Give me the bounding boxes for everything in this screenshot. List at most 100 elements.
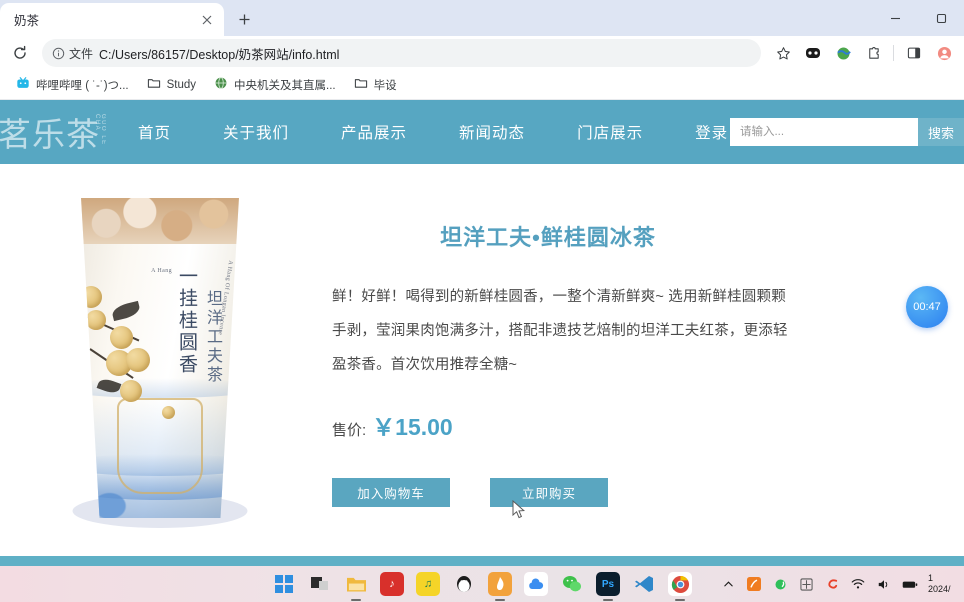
close-icon[interactable]	[198, 11, 216, 29]
search-button[interactable]: 搜索	[917, 118, 964, 146]
bilibili-icon	[16, 76, 30, 93]
toolbar-actions	[769, 39, 958, 67]
bookmark-label: 毕设	[373, 79, 397, 92]
site-navigation: 茗乐茶 GUO LE CHA 首页 关于我们 产品展示 新闻动态 门店展示 登录…	[0, 100, 964, 164]
longan-fruit	[110, 326, 133, 349]
extension-panda-icon[interactable]	[799, 39, 827, 67]
product-detail: 一挂桂圆香 坦洋工夫茶 A Hang A Hang Of Longan Ince…	[0, 164, 964, 544]
tab-title: 奶茶	[14, 14, 40, 28]
task-view-button[interactable]	[308, 572, 332, 596]
nav-item-stores[interactable]: 门店展示	[551, 121, 669, 143]
wechat-icon[interactable]	[560, 572, 584, 596]
extension-globe-icon[interactable]	[829, 39, 857, 67]
cup-vertical-main: 一挂桂圆香	[176, 266, 197, 376]
leaf	[110, 300, 142, 322]
search-input[interactable]	[729, 118, 918, 146]
bookmark-study[interactable]: Study	[139, 73, 204, 96]
volume-icon[interactable]	[876, 576, 892, 592]
ice-top	[81, 198, 239, 244]
baidu-netdisk-icon[interactable]	[524, 572, 548, 596]
price-value: ￥15.00	[372, 414, 453, 441]
product-image[interactable]: 一挂桂圆香 坦洋工夫茶 A Hang A Hang Of Longan Ince…	[53, 186, 268, 536]
action-buttons: 加入购物车 立即购买	[332, 478, 794, 508]
page-footer-strip	[0, 556, 964, 566]
price-label: 售价:	[332, 422, 367, 440]
browser-window: 奶茶 文件 C:/Users/86157/Desktop/奶茶网站/info.h…	[0, 0, 964, 566]
reload-icon[interactable]	[6, 39, 34, 67]
plus-icon[interactable]	[230, 5, 258, 33]
vs-code-icon[interactable]	[632, 572, 656, 596]
teapot-outline	[117, 398, 203, 494]
recording-timer-badge[interactable]: 00:47	[906, 286, 948, 328]
folder-icon	[147, 76, 161, 93]
logo-subtitle: GUO LE CHA	[94, 114, 106, 146]
longan-fruit	[86, 310, 106, 330]
bookmark-bilibili[interactable]: 哔哩哔哩 ( ˙-˙)つ...	[8, 73, 137, 96]
product-image-column: 一挂桂圆香 坦洋工夫茶 A Hang A Hang Of Longan Ince…	[0, 182, 320, 544]
price-row: 售价: ￥15.00	[332, 408, 794, 442]
360-browser-icon[interactable]	[488, 572, 512, 596]
toolbar-divider	[893, 45, 894, 61]
browser-tab[interactable]: 奶茶	[0, 3, 224, 36]
qq-music-icon[interactable]: ♫	[416, 572, 440, 596]
chevron-up-icon[interactable]	[720, 576, 736, 592]
bookmark-gov[interactable]: 中央机关及其直属...	[206, 73, 344, 96]
bookmark-label: 中央机关及其直属...	[234, 79, 336, 92]
buy-now-button[interactable]: 立即购买	[490, 478, 608, 508]
system-tray: 1 2024/	[720, 573, 964, 596]
nav-item-home[interactable]: 首页	[112, 121, 197, 143]
window-controls	[872, 0, 964, 36]
puzzle-icon[interactable]	[859, 39, 887, 67]
mouse-cursor	[512, 499, 526, 525]
longan-fruit	[126, 348, 150, 372]
globe-icon	[214, 76, 228, 93]
taskbar-clock[interactable]: 1 2024/	[928, 573, 962, 596]
add-to-cart-button[interactable]: 加入购物车	[332, 478, 450, 508]
google-chrome-icon[interactable]	[668, 572, 692, 596]
browser-toolbar: 文件 C:/Users/86157/Desktop/奶茶网站/info.html	[0, 36, 964, 70]
folder-icon	[354, 76, 368, 93]
sogou-icon[interactable]	[824, 576, 840, 592]
minimize-icon[interactable]	[872, 0, 918, 36]
product-title: 坦洋工夫•鲜桂圆冰茶	[440, 225, 656, 250]
cup-english-top: A Hang	[151, 268, 172, 274]
url-text: C:/Users/86157/Desktop/奶茶网站/info.html	[99, 47, 340, 62]
bookmarks-bar: 哔哩哔哩 ( ˙-˙)つ... Study 中央机关及其直属... 毕设	[0, 70, 964, 100]
address-bar[interactable]: 文件 C:/Users/86157/Desktop/奶茶网站/info.html	[42, 39, 761, 67]
bookmark-bishe[interactable]: 毕设	[346, 73, 405, 96]
battery-icon[interactable]	[902, 576, 918, 592]
taskbar-apps: ♪ ♫ Ps	[272, 572, 692, 596]
wifi-icon[interactable]	[850, 576, 866, 592]
windows-taskbar: ♪ ♫ Ps 1 2024/	[0, 566, 964, 602]
qq-icon[interactable]	[452, 572, 476, 596]
start-button[interactable]	[272, 572, 296, 596]
product-info: 坦洋工夫•鲜桂圆冰茶 鲜！好鲜！喝得到的新鲜桂圆香，一整个清新鲜爽~ 选用新鲜桂…	[320, 182, 964, 544]
ime-icon[interactable]	[798, 576, 814, 592]
profile-avatar-icon[interactable]	[930, 39, 958, 67]
side-panel-icon[interactable]	[900, 39, 928, 67]
info-circle-icon[interactable]: 文件	[52, 45, 93, 62]
tab-strip: 奶茶	[0, 0, 964, 36]
orange-app-icon[interactable]	[746, 576, 762, 592]
longan-fruit	[120, 380, 142, 402]
file-explorer-icon[interactable]	[344, 572, 368, 596]
longan-fruit	[162, 406, 175, 419]
site-logo[interactable]: 茗乐茶 GUO LE CHA	[0, 100, 112, 164]
page-viewport: 茗乐茶 GUO LE CHA 首页 关于我们 产品展示 新闻动态 门店展示 登录…	[0, 100, 964, 566]
milk-tea-cup: 一挂桂圆香 坦洋工夫茶 A Hang A Hang Of Longan Ince…	[81, 198, 239, 518]
nav-item-about[interactable]: 关于我们	[197, 121, 315, 143]
logo-text: 茗乐茶	[0, 118, 100, 154]
longan-fruit	[81, 286, 102, 308]
nav-item-products[interactable]: 产品展示	[315, 121, 433, 143]
netease-music-icon[interactable]: ♪	[380, 572, 404, 596]
product-description: 鲜！好鲜！喝得到的新鲜桂圆香，一整个清新鲜爽~ 选用新鲜桂圆颗颗手剥，莹润果肉饱…	[332, 289, 788, 374]
star-icon[interactable]	[769, 39, 797, 67]
site-search: 搜索	[729, 118, 964, 146]
nav-item-news[interactable]: 新闻动态	[433, 121, 551, 143]
file-scheme-label: 文件	[69, 46, 94, 61]
photoshop-icon[interactable]: Ps	[596, 572, 620, 596]
maximize-icon[interactable]	[918, 0, 964, 36]
nav-links: 首页 关于我们 产品展示 新闻动态 门店展示 登录	[112, 121, 754, 143]
green-app-icon[interactable]	[772, 576, 788, 592]
clock-date: 2024/	[928, 584, 951, 594]
